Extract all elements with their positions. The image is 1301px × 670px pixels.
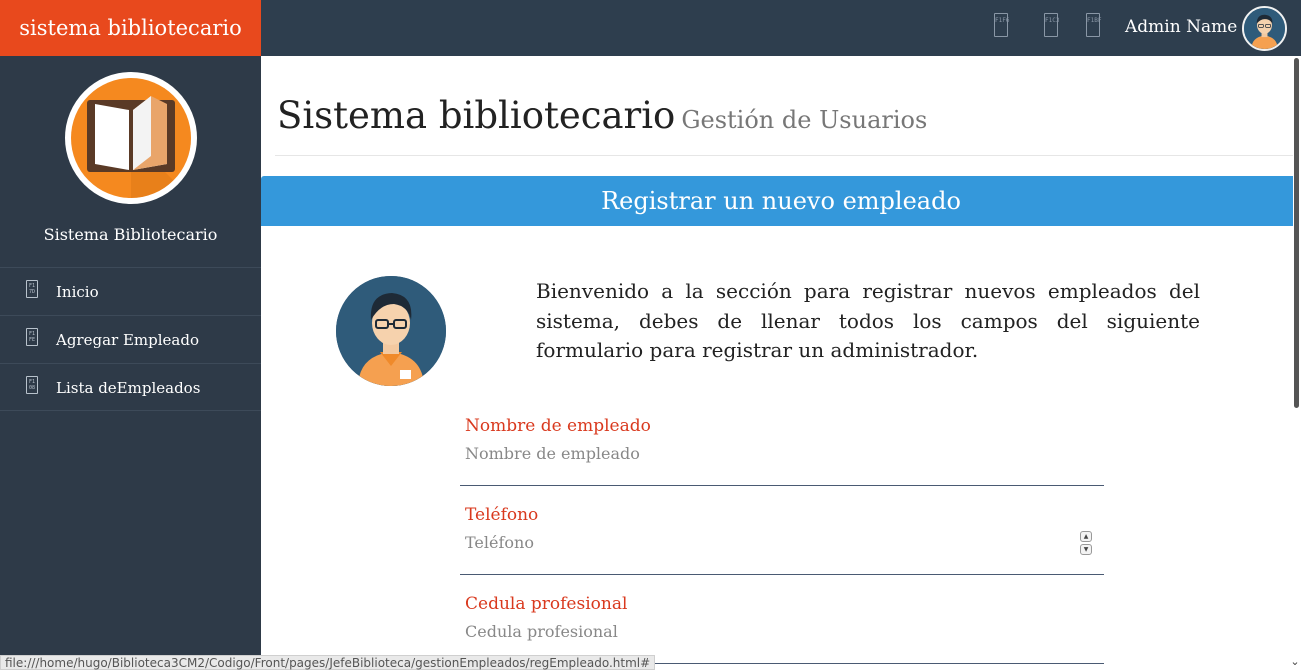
stepper-up-icon[interactable]: ▲ <box>1080 531 1092 542</box>
brand-logo-text[interactable]: sistema bibliotecario <box>0 0 261 56</box>
sidebar-title: Sistema Bibliotecario <box>43 225 218 244</box>
sidebar-menu: F1 7D Inicio F1 FE Agregar Empleado F1 0… <box>0 267 261 411</box>
sidebar-item-label: Lista deEmpleados <box>56 379 201 397</box>
professional-id-input[interactable] <box>465 622 1065 641</box>
field-label: Nombre de empleado <box>465 416 651 436</box>
library-logo <box>65 72 197 204</box>
admin-avatar[interactable] <box>1242 6 1287 51</box>
sidebar-item-label: Inicio <box>56 283 99 301</box>
glyph-icon-3[interactable]: F1BF <box>1086 13 1101 37</box>
page-subtitle: Gestión de Usuarios <box>681 106 928 134</box>
field-label: Teléfono <box>465 505 539 525</box>
home-icon: F1 7D <box>26 280 38 298</box>
employee-avatar <box>336 276 446 386</box>
glyph-icon-2[interactable]: F1C3 <box>1044 13 1059 37</box>
list-icon: F1 08 <box>26 376 38 394</box>
top-navbar: sistema bibliotecario F1F6 F1C3 F1BF Adm… <box>0 0 1301 56</box>
sidebar-item-label: Agregar Empleado <box>56 331 199 349</box>
phone-field: Teléfono ▲ ▼ <box>460 505 1104 575</box>
scrollbar-thumb[interactable] <box>1294 58 1299 408</box>
sidebar: Sistema Bibliotecario F1 7D Inicio F1 FE… <box>0 56 261 670</box>
page-title: Sistema bibliotecario Gestión de Usuarios <box>277 94 927 137</box>
admin-name[interactable]: Admin Name <box>1125 17 1237 37</box>
book-icon <box>71 78 191 198</box>
phone-input[interactable] <box>465 533 1065 552</box>
employee-name-input[interactable] <box>465 444 1065 463</box>
sidebar-item-lista-empleados[interactable]: F1 08 Lista deEmpleados <box>0 363 261 411</box>
browser-status-bar: file:///home/hugo/Biblioteca3CM2/Codigo/… <box>0 655 656 670</box>
sidebar-item-agregar-empleado[interactable]: F1 FE Agregar Empleado <box>0 315 261 363</box>
title-divider <box>275 155 1295 156</box>
number-stepper[interactable]: ▲ ▼ <box>1080 531 1092 555</box>
vertical-scrollbar[interactable] <box>1293 56 1301 670</box>
glyph-icon-1[interactable]: F1F6 <box>994 13 1009 37</box>
stepper-down-icon[interactable]: ▼ <box>1080 544 1092 555</box>
panel-heading: Registrar un nuevo empleado <box>261 176 1301 226</box>
sidebar-item-inicio[interactable]: F1 7D Inicio <box>0 267 261 315</box>
field-label: Cedula profesional <box>465 594 628 614</box>
scroll-down-icon[interactable]: ⌄ <box>1289 656 1301 668</box>
intro-text: Bienvenido a la sección para registrar n… <box>536 279 1200 362</box>
page-title-text: Sistema bibliotecario <box>277 94 676 137</box>
add-user-icon: F1 FE <box>26 328 38 346</box>
employee-name-field: Nombre de empleado <box>460 416 1104 486</box>
professional-id-field: Cedula profesional <box>460 594 1104 664</box>
